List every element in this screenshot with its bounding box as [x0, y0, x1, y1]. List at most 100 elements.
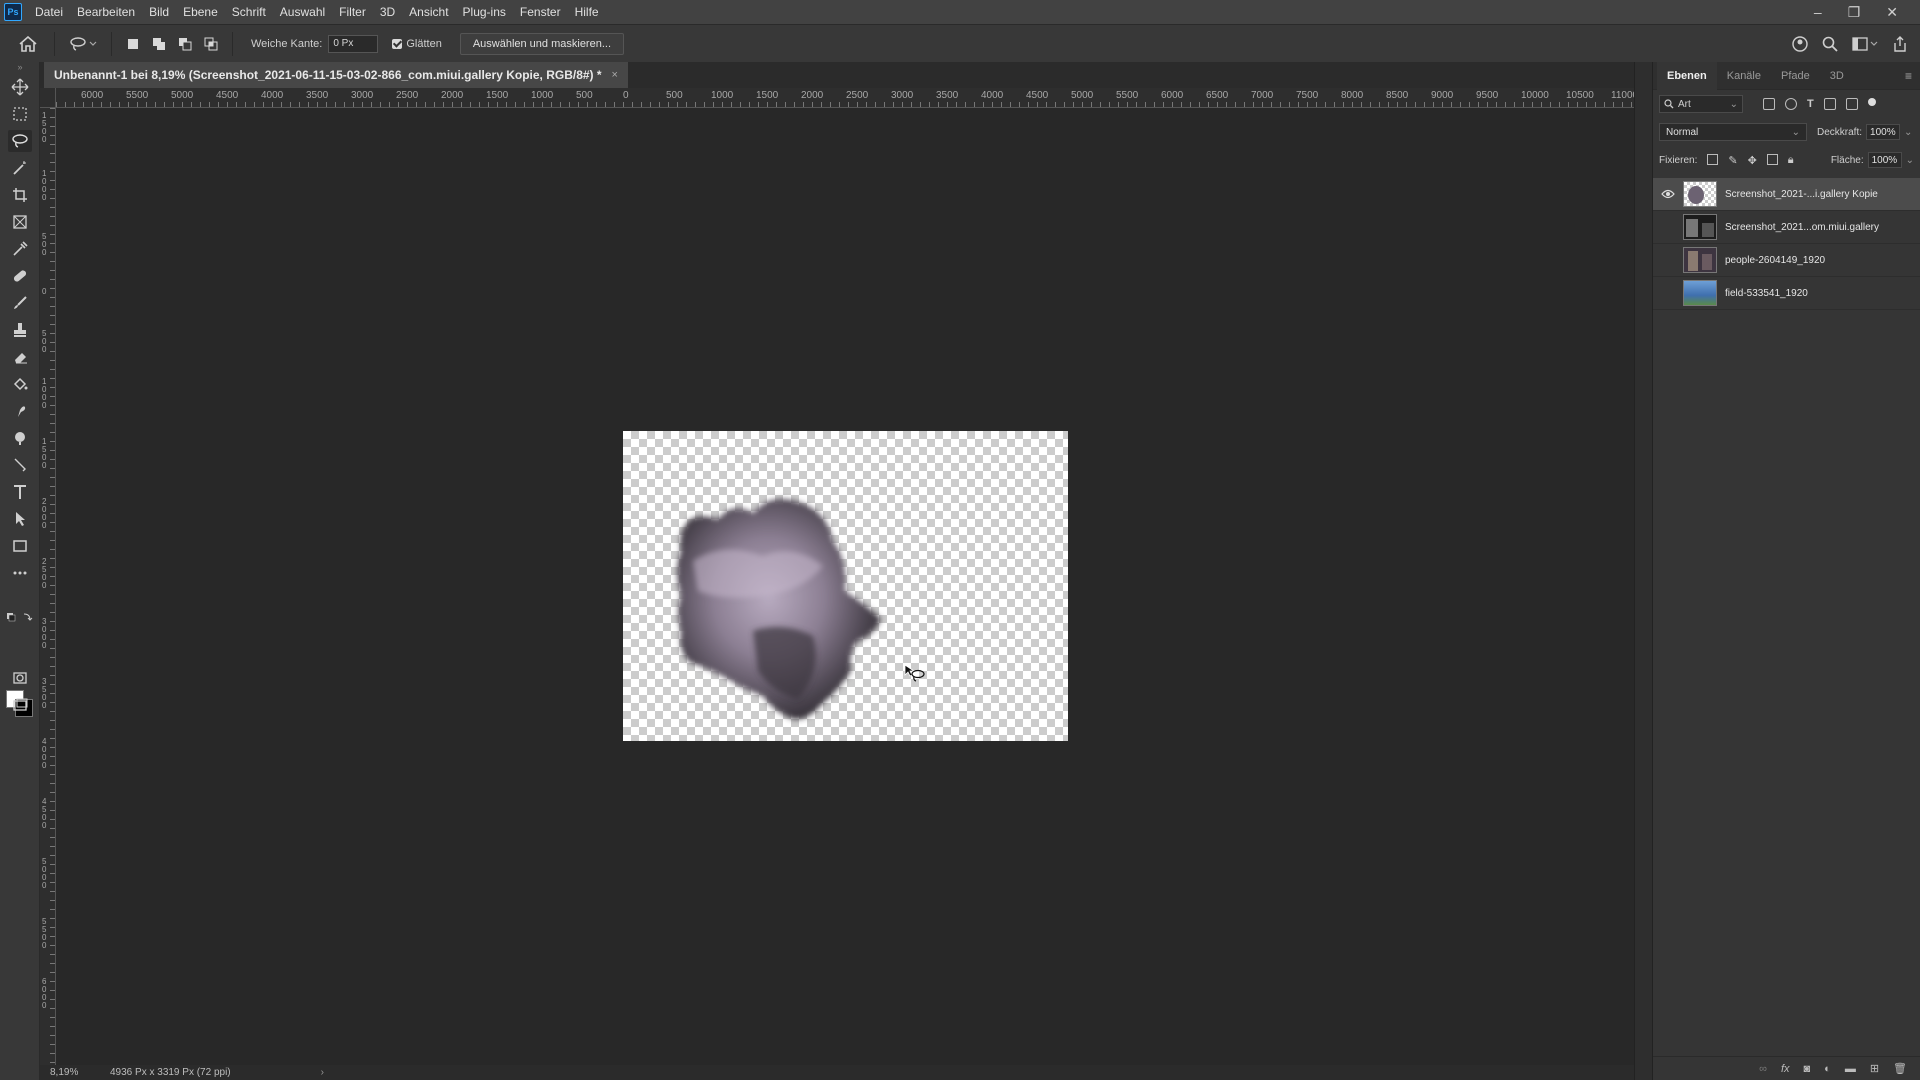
menu-bild[interactable]: Bild: [142, 0, 176, 24]
new-layer-icon[interactable]: ⊞: [1870, 1062, 1879, 1075]
horizontal-ruler[interactable]: 6000 5500 5000 4500 4000 3500 3000 2500 …: [56, 88, 1634, 108]
menu-datei[interactable]: Datei: [28, 0, 70, 24]
filter-smartobject-icon[interactable]: [1845, 98, 1858, 110]
chevron-down-icon[interactable]: ⌄: [1904, 127, 1912, 138]
frame-tool[interactable]: [8, 211, 32, 233]
eyedropper-tool[interactable]: [8, 238, 32, 260]
crop-tool[interactable]: [8, 184, 32, 206]
layer-row[interactable]: field-533541_1920: [1653, 277, 1920, 310]
filter-shape-icon[interactable]: [1823, 98, 1836, 110]
filter-toggle-icon[interactable]: [1867, 98, 1876, 106]
lock-artboard-icon[interactable]: [1766, 153, 1778, 165]
add-mask-icon[interactable]: ◙: [1804, 1063, 1811, 1075]
visibility-toggle[interactable]: [1659, 218, 1677, 236]
type-tool[interactable]: [8, 481, 32, 503]
brush-tool[interactable]: [8, 292, 32, 314]
document-tab[interactable]: Unbenannt-1 bei 8,19% (Screenshot_2021-0…: [44, 62, 628, 88]
close-button[interactable]: ✕: [1886, 4, 1898, 21]
export-icon[interactable]: [1892, 35, 1908, 52]
lock-position-icon[interactable]: ✥: [1748, 154, 1757, 167]
panel-menu-icon[interactable]: ≡: [1905, 69, 1912, 83]
menu-hilfe[interactable]: Hilfe: [568, 0, 606, 24]
tab-pfade[interactable]: Pfade: [1771, 62, 1820, 90]
visibility-toggle[interactable]: [1659, 284, 1677, 302]
healing-brush-tool[interactable]: [8, 265, 32, 287]
search-icon[interactable]: [1822, 36, 1838, 52]
magic-wand-tool[interactable]: [8, 157, 32, 179]
visibility-toggle[interactable]: [1659, 251, 1677, 269]
rectangle-tool[interactable]: [8, 535, 32, 557]
lock-pixels-icon[interactable]: ✎: [1728, 154, 1737, 167]
trash-icon[interactable]: 🗑︎: [1893, 1062, 1907, 1075]
chevron-down-icon[interactable]: ⌄: [1906, 155, 1914, 166]
menu-filter[interactable]: Filter: [332, 0, 373, 24]
menu-plugins[interactable]: Plug-ins: [456, 0, 513, 24]
workspace-icon[interactable]: [1852, 36, 1878, 51]
filter-pixel-icon[interactable]: [1763, 98, 1775, 110]
vertical-ruler[interactable]: 1 5 0 0 1 0 0 0 5 0 0 0 5 0 0 1 0 0 0 1 …: [40, 108, 56, 1065]
layer-filter-select[interactable]: Art ⌄: [1659, 95, 1743, 113]
link-layers-icon[interactable]: ∞: [1759, 1063, 1767, 1075]
pen-tool[interactable]: [8, 454, 32, 476]
path-selection-tool[interactable]: [8, 508, 32, 530]
blend-mode-select[interactable]: Normal ⌄: [1659, 123, 1807, 141]
layers-panel-footer: ∞ fx ◙ ◐ ▬ ⊞ 🗑︎: [1653, 1056, 1920, 1080]
close-tab-icon[interactable]: ×: [612, 69, 618, 81]
menu-3d[interactable]: 3D: [373, 0, 402, 24]
paint-bucket-tool[interactable]: [8, 373, 32, 395]
layer-row[interactable]: Screenshot_2021...om.miui.gallery: [1653, 211, 1920, 244]
share-user-icon[interactable]: [1792, 35, 1808, 52]
canvas-workspace[interactable]: [56, 108, 1634, 1065]
more-tools[interactable]: [8, 562, 32, 584]
layer-thumbnail: [1683, 181, 1717, 207]
panel-collapse-strip[interactable]: [1634, 62, 1652, 1080]
eye-icon[interactable]: [1659, 185, 1677, 203]
screen-mode-button[interactable]: [8, 694, 32, 716]
eraser-tool[interactable]: [8, 346, 32, 368]
marquee-tool[interactable]: [8, 103, 32, 125]
lock-transparency-icon[interactable]: [1707, 153, 1719, 165]
layer-row[interactable]: Screenshot_2021-...i.gallery Kopie: [1653, 178, 1920, 211]
feather-input[interactable]: [328, 34, 379, 53]
add-selection-button[interactable]: [148, 33, 170, 55]
menu-ebene[interactable]: Ebene: [176, 0, 225, 24]
fill-input[interactable]: 100%: [1867, 152, 1902, 168]
stamp-tool[interactable]: [8, 319, 32, 341]
quick-mask-button[interactable]: [8, 667, 32, 689]
document-canvas[interactable]: [623, 431, 1068, 741]
lasso-tool[interactable]: [8, 130, 32, 152]
select-and-mask-button[interactable]: Auswählen und maskieren...: [459, 32, 624, 55]
subtract-selection-button[interactable]: [174, 33, 196, 55]
layer-row[interactable]: people-2604149_1920: [1653, 244, 1920, 277]
filter-type-icon[interactable]: T: [1807, 98, 1814, 110]
tab-ebenen[interactable]: Ebenen: [1657, 61, 1717, 90]
status-menu-icon[interactable]: ›: [321, 1067, 324, 1078]
menu-fenster[interactable]: Fenster: [513, 0, 568, 24]
restore-button[interactable]: ❐: [1848, 4, 1861, 21]
lock-all-icon[interactable]: 🔒︎: [1788, 154, 1794, 167]
menu-bearbeiten[interactable]: Bearbeiten: [70, 0, 142, 24]
menu-schrift[interactable]: Schrift: [225, 0, 273, 24]
tab-kanaele[interactable]: Kanäle: [1717, 62, 1771, 90]
move-tool[interactable]: [8, 76, 32, 98]
ruler-corner[interactable]: [40, 88, 56, 108]
intersect-selection-button[interactable]: [200, 33, 222, 55]
new-group-icon[interactable]: ▬: [1845, 1063, 1856, 1075]
zoom-level[interactable]: 8,19%: [50, 1067, 100, 1078]
new-selection-button[interactable]: [122, 33, 144, 55]
swap-colors[interactable]: [6, 610, 34, 624]
lasso-preset-button[interactable]: [65, 33, 101, 55]
fx-icon[interactable]: fx: [1781, 1063, 1790, 1075]
adjustment-layer-icon[interactable]: ◐: [1824, 1063, 1831, 1075]
filter-adjustment-icon[interactable]: [1785, 98, 1797, 110]
antialias-checkbox[interactable]: Glätten: [392, 38, 442, 50]
home-button[interactable]: [10, 29, 46, 59]
tab-3d[interactable]: 3D: [1820, 62, 1854, 90]
minimize-button[interactable]: –: [1814, 4, 1822, 21]
menu-auswahl[interactable]: Auswahl: [273, 0, 332, 24]
opacity-input[interactable]: 100%: [1866, 124, 1901, 140]
dodge-tool[interactable]: [8, 427, 32, 449]
collapse-toolbar-icon[interactable]: »: [8, 62, 32, 72]
menu-ansicht[interactable]: Ansicht: [402, 0, 455, 24]
blur-tool[interactable]: [8, 400, 32, 422]
